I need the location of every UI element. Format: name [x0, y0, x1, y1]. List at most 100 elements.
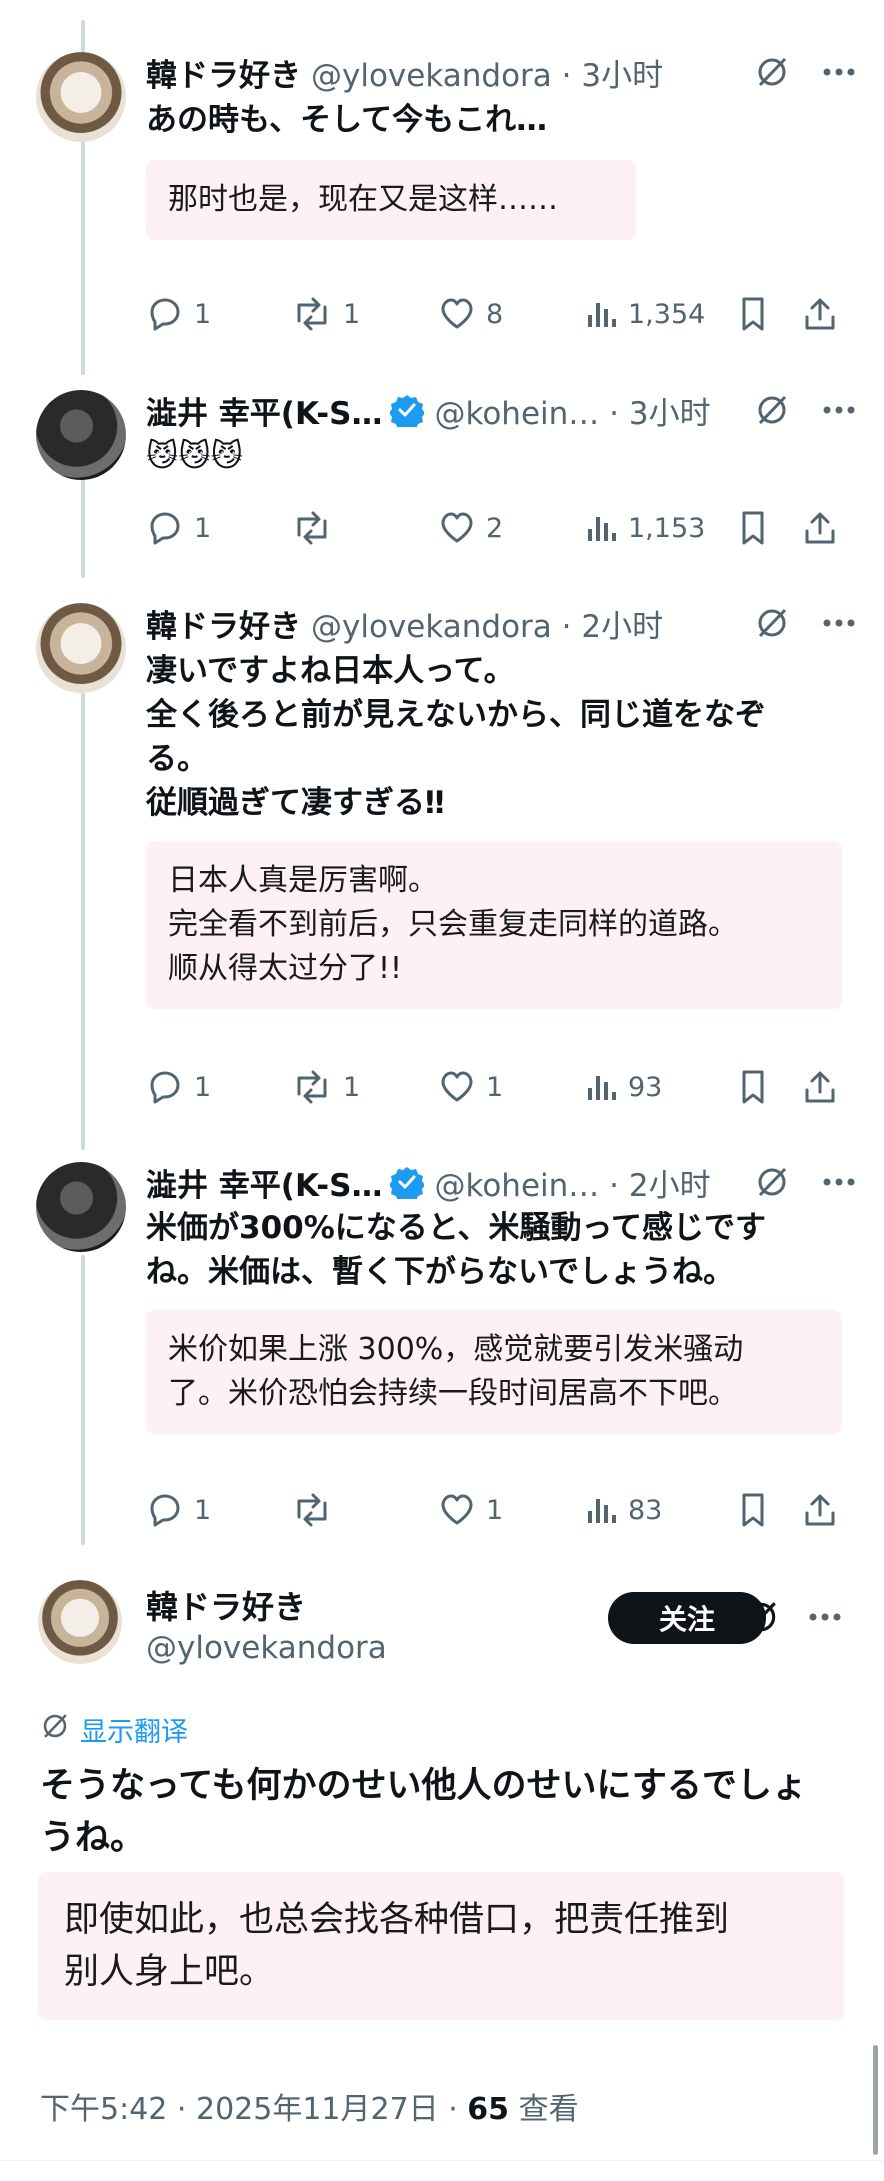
like-button[interactable]: 1: [438, 1488, 503, 1532]
author-handle[interactable]: @kohein… · 3小时: [434, 388, 710, 433]
translation-line: 别人身上吧。: [64, 1952, 275, 1992]
tweet-header: 澁井 幸平(K-S… @kohein… · 3小时: [146, 388, 711, 433]
translation-line: 即使如此，也总会找各种借口，把责任推到: [64, 1900, 730, 1940]
tweet-text: 😼😼😼: [146, 438, 243, 474]
tweet-text: あの時も、そして今もこれ…: [146, 102, 548, 138]
tweet-header: 韓ドラ好き @ylovekandora · 3小时: [146, 50, 663, 95]
show-translation-link[interactable]: 显示翻译: [40, 1710, 188, 1749]
author-handle[interactable]: @ylovekandora · 2小时: [311, 601, 663, 646]
like-count: 1: [486, 1494, 504, 1526]
like-button[interactable]: 8: [438, 292, 503, 336]
author-name[interactable]: 韓ドラ好き: [146, 50, 301, 95]
author-name[interactable]: 韓ドラ好き: [146, 601, 301, 646]
show-translation-label: 显示翻译: [80, 1717, 188, 1748]
follow-label: 关注: [658, 1603, 715, 1636]
action-bar: 1 2 1,153: [146, 506, 846, 550]
translation-line: 日本人真是厉害啊。: [168, 863, 438, 898]
reply-count: 1: [194, 1494, 212, 1526]
translation-text: 那时也是，现在又是这样……: [168, 182, 558, 217]
main-author-name[interactable]: 韓ドラ好き: [146, 1582, 306, 1628]
grok-icon[interactable]: [754, 1164, 790, 1200]
tweet-text-line: る。: [146, 741, 208, 777]
avatar[interactable]: [36, 603, 126, 693]
like-count: 2: [486, 512, 504, 544]
share-button[interactable]: [801, 1065, 839, 1109]
reply-button[interactable]: 1: [146, 1065, 211, 1109]
share-button[interactable]: [801, 292, 839, 336]
retweet-button[interactable]: [291, 506, 343, 550]
grok-icon[interactable]: [754, 54, 790, 90]
retweet-button[interactable]: 1: [291, 292, 360, 336]
tweet-text-line: 凄いですよね日本人って。: [146, 653, 515, 689]
more-icon[interactable]: [822, 1177, 856, 1187]
scrollbar[interactable]: [873, 2045, 878, 2155]
view-count: 65: [467, 2092, 510, 2127]
view-count: 83: [628, 1494, 663, 1526]
bottom-divider: [0, 2160, 884, 2161]
author-handle[interactable]: @ylovekandora · 3小时: [311, 50, 663, 95]
bookmark-button[interactable]: [736, 1065, 770, 1109]
avatar[interactable]: [36, 390, 126, 480]
views-button[interactable]: 1,354: [584, 292, 705, 336]
author-handle[interactable]: @kohein… · 2小时: [434, 1160, 710, 1205]
tweet-header: 澁井 幸平(K-S… @kohein… · 2小时: [146, 1160, 711, 1205]
bookmark-button[interactable]: [736, 1488, 770, 1532]
more-icon[interactable]: [822, 618, 856, 628]
translate-icon: [40, 1711, 70, 1748]
tweet-header-actions: [754, 603, 856, 643]
reply-count: 1: [194, 298, 212, 330]
avatar[interactable]: [38, 1580, 122, 1664]
tweet-text-line: 全く後ろと前が見えないから、同じ道をなぞ: [146, 697, 766, 733]
timestamp-row: 下午5:42 · 2025年11月27日 · 65 查看: [40, 2084, 579, 2128]
more-icon[interactable]: [822, 67, 856, 77]
main-text-line: うね。: [40, 1818, 146, 1858]
grok-icon[interactable]: [742, 1598, 780, 1636]
thread-line: [81, 478, 85, 578]
tweet-text-line: ね。米価は、暫く下がらないでしょうね。: [146, 1254, 735, 1290]
bookmark-button[interactable]: [736, 506, 770, 550]
main-tweet: 韓ドラ好き @ylovekandora 关注 显示翻译 そうなっても何かのせい他…: [0, 1580, 884, 2140]
bookmark-button[interactable]: [736, 292, 770, 336]
retweet-button[interactable]: [291, 1488, 343, 1532]
verified-badge-icon: [389, 393, 426, 431]
reply-button[interactable]: 1: [146, 292, 211, 336]
like-button[interactable]: 2: [438, 506, 503, 550]
view-count: 93: [628, 1071, 663, 1103]
retweet-count: 1: [343, 298, 361, 330]
more-icon[interactable]: [808, 1612, 842, 1622]
tweet-text: 米価が300%になると、米騒動って感じです ね。米価は、暫く下がらないでしょうね…: [146, 1206, 796, 1294]
author-name[interactable]: 澁井 幸平(K-S…: [146, 1160, 382, 1205]
view-count: 1,153: [628, 512, 706, 544]
retweet-button[interactable]: 1: [291, 1065, 360, 1109]
grok-icon[interactable]: [754, 392, 790, 428]
views-button[interactable]: 83: [584, 1488, 662, 1532]
translation-line: 完全看不到前后，只会重复走同样的道路。: [168, 907, 738, 942]
reply-button[interactable]: 1: [146, 1488, 211, 1532]
tweet-header-actions: [754, 1162, 856, 1202]
thread-line: [81, 680, 85, 1150]
avatar[interactable]: [36, 52, 126, 142]
main-author-handle[interactable]: @ylovekandora: [146, 1630, 387, 1666]
verified-badge-icon: [389, 1165, 426, 1203]
avatar[interactable]: [36, 1162, 126, 1252]
main-translation-box: 即使如此，也总会找各种借口，把责任推到 别人身上吧。: [38, 1872, 844, 2020]
timestamp[interactable]: 下午5:42 · 2025年11月27日 ·: [40, 2092, 467, 2127]
translation-box: 那时也是，现在又是这样……: [146, 160, 636, 240]
grok-icon[interactable]: [754, 605, 790, 641]
more-icon[interactable]: [822, 405, 856, 415]
share-button[interactable]: [801, 1488, 839, 1532]
main-text-line: そうなっても何かのせい他人のせいにするでしょ: [40, 1766, 807, 1806]
like-button[interactable]: 1: [438, 1065, 503, 1109]
share-button[interactable]: [801, 506, 839, 550]
action-bar: 1 1 8 1,354: [146, 292, 846, 336]
retweet-count: 1: [343, 1071, 361, 1103]
reply-count: 1: [194, 1071, 212, 1103]
tweet-header-actions: [754, 390, 856, 430]
views-button[interactable]: 1,153: [584, 506, 705, 550]
view-count: 1,354: [628, 298, 706, 330]
author-name[interactable]: 澁井 幸平(K-S…: [146, 388, 382, 433]
translation-box: 米价如果上涨 300%，感觉就要引发米骚动 了。米价恐怕会持续一段时间居高不下吧…: [146, 1310, 842, 1434]
views-button[interactable]: 93: [584, 1065, 662, 1109]
reply-button[interactable]: 1: [146, 506, 211, 550]
reply-count: 1: [194, 512, 212, 544]
